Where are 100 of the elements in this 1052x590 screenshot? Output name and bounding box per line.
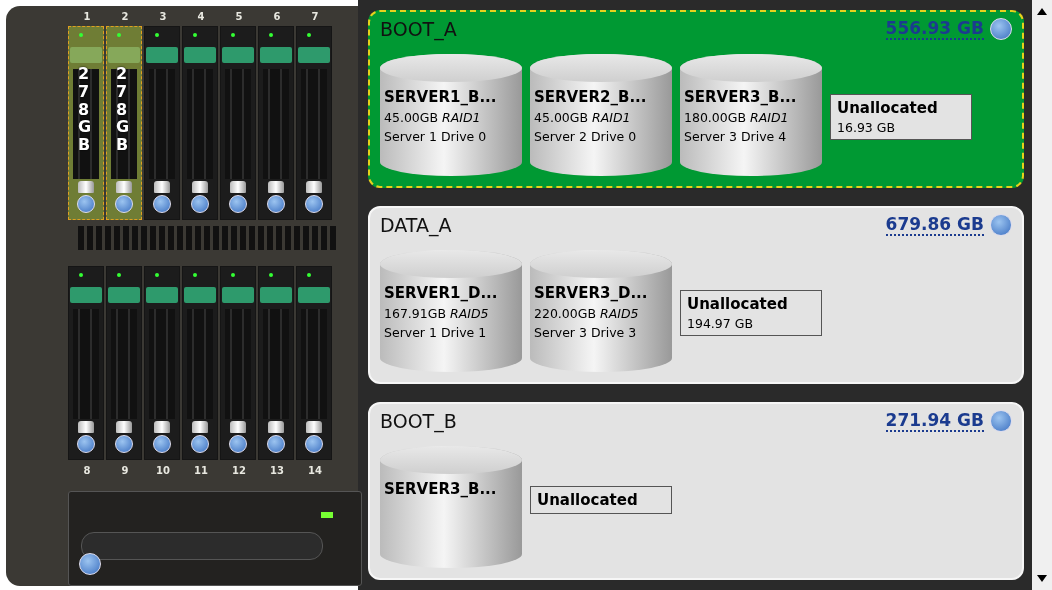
volume-name: SERVER3_B... [684,88,798,106]
pool-name: DATA_A [380,214,453,236]
storage-pool-card[interactable]: BOOT_A 556.93 GB SERVER1_B... 45.00GB RAID1 Server 1 Drive 0 SERVER2_B... 45.00GB RAID1 Server 2 Drive 0 SERVER3_B... 180.00GB RAID1 Server 3 Drive 4 Unallocated 16.93 GB [368,10,1024,188]
volume-size: 45.00GB [534,110,589,125]
led-icon [269,33,273,38]
led-icon [307,273,311,278]
led-icon [193,273,197,278]
bay-number: 7 [310,10,320,22]
drive-handle [146,47,178,64]
volume-location: Server 1 Drive 1 [384,325,488,340]
drive-handle [146,287,178,304]
bay-number: 3 [158,10,168,22]
drive-capacity: 278GB [116,65,131,154]
info-icon[interactable] [153,435,171,454]
drive-bay[interactable] [182,26,218,221]
bay-number: 11 [193,464,209,476]
bay-number: 1 [82,10,92,22]
raid-level: RAID1 [750,110,789,125]
volume-cylinder[interactable]: SERVER3_B... [380,446,522,568]
drive-bay[interactable] [144,26,180,221]
scrollbar[interactable] [1032,0,1052,590]
drive-handle [184,287,216,304]
volume-size: 180.00GB [684,110,746,125]
volume-cylinder[interactable]: SERVER1_D... 167.91GB RAID5 Server 1 Drive 1 [380,250,522,372]
led-icon [79,33,83,38]
drive-handle [298,287,330,304]
info-icon[interactable] [305,435,323,454]
volume-location: Server 1 Drive 0 [384,129,488,144]
volume-size: 45.00GB [384,110,439,125]
drive-handle [184,47,216,64]
led-icon [79,273,83,278]
info-icon[interactable] [229,195,247,214]
drive-bay[interactable] [296,266,332,461]
info-icon[interactable] [191,435,209,454]
volume-cylinder[interactable]: SERVER3_D... 220.00GB RAID5 Server 3 Drive 3 [530,250,672,372]
unallocated-size: 16.93 GB [837,120,897,135]
drive-capacity: 278GB [78,65,93,154]
drive-bay[interactable] [106,266,142,461]
raid-level: RAID1 [442,110,481,125]
volume-cylinder[interactable]: SERVER1_B... 45.00GB RAID1 Server 1 Drive 0 [380,54,522,176]
volume-size: 220.00GB [534,306,596,321]
volume-name: SERVER3_D... [534,284,649,302]
bay-number: 8 [82,464,92,476]
bay-number: 9 [120,464,130,476]
drive-handle [70,47,102,64]
led-icon [193,33,197,38]
drive-bay[interactable]: 278GB [106,26,142,221]
info-icon[interactable] [267,195,285,214]
info-icon[interactable] [229,435,247,454]
drive-handle [298,47,330,64]
drive-bay[interactable]: 278GB [68,26,104,221]
drive-bay[interactable] [220,26,256,221]
bay-number: 4 [196,10,206,22]
bay-number: 13 [269,464,285,476]
led-icon [155,33,159,38]
drive-handle [108,47,140,64]
pool-name: BOOT_B [380,410,458,432]
led-icon [307,33,311,38]
led-icon [117,273,121,278]
volume-location: Server 2 Drive 0 [534,129,638,144]
led-icon [269,273,273,278]
led-icon [231,273,235,278]
drive-handle [222,287,254,304]
pool-size-link[interactable]: 679.86 GB [885,214,984,236]
drive-bay[interactable] [258,266,294,461]
led-icon [231,33,235,38]
bay-number: 10 [155,464,171,476]
info-icon[interactable] [267,435,285,454]
info-icon[interactable] [115,435,133,454]
pool-size-link[interactable]: 271.94 GB [885,410,984,432]
info-icon[interactable] [305,195,323,214]
drive-handle [260,47,292,64]
unallocated-label: Unallocated [687,295,789,313]
bay-number: 12 [231,464,247,476]
storage-pool-card[interactable]: DATA_A 679.86 GB SERVER1_D... 167.91GB RAID5 Server 1 Drive 1 SERVER3_D... 220.00GB RAID5 Server 3 Drive 3 Unallocated 194.97 GB [368,206,1024,384]
info-icon[interactable] [79,553,101,575]
led-icon [155,273,159,278]
unallocated-size: 194.97 GB [687,316,754,331]
bay-number: 2 [120,10,130,22]
drive-handle [260,287,292,304]
volume-name: SERVER1_B... [384,88,498,106]
info-icon[interactable] [153,195,171,214]
drive-bay[interactable] [296,26,332,221]
volume-cylinder[interactable]: SERVER3_B... 180.00GB RAID1 Server 3 Drive 4 [680,54,822,176]
volume-cylinder[interactable]: SERVER2_B... 45.00GB RAID1 Server 2 Drive 0 [530,54,672,176]
storage-pool-card[interactable]: BOOT_B 271.94 GB SERVER3_B... Unallocated [368,402,1024,580]
drive-bay[interactable] [182,266,218,461]
bay-number: 14 [307,464,323,476]
led-icon [117,33,121,38]
drive-bay[interactable] [68,266,104,461]
drive-bay[interactable] [258,26,294,221]
drive-bay[interactable] [144,266,180,461]
drive-bay[interactable] [220,266,256,461]
scroll-up-icon[interactable] [1037,8,1047,15]
drive-handle [108,287,140,304]
info-icon[interactable] [191,195,209,214]
info-icon[interactable] [77,435,95,454]
bay-number: 5 [234,10,244,22]
volume-location: Server 3 Drive 4 [684,129,788,144]
scroll-down-icon[interactable] [1037,575,1047,582]
